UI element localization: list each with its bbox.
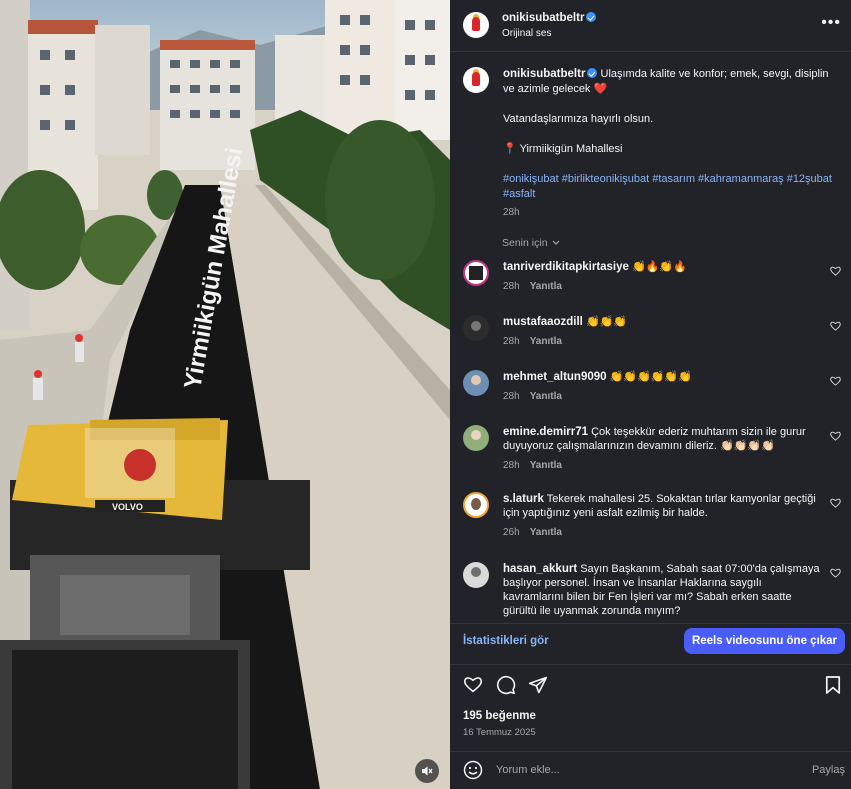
comment-username[interactable]: emine.demirr71 (503, 426, 588, 438)
machine-brand: VOLVO (112, 502, 143, 512)
like-comment-icon[interactable] (830, 431, 841, 441)
comment-text: 👏👏👏 (585, 316, 628, 328)
post-header: onikisubatbeltr Orijinal ses ••• (450, 0, 851, 52)
heart-emoji: ❤️ (593, 83, 608, 95)
comment-username[interactable]: hasan_akkurt (503, 563, 577, 575)
audio-label[interactable]: Orijinal ses (502, 28, 551, 39)
post-details-panel: onikisubatbeltr Orijinal ses ••• onikisu… (450, 0, 851, 789)
comment-text: Tekerek mahallesi 25. Sokaktan tırlar ka… (503, 493, 816, 519)
caption-hashtags[interactable]: #onikişubat #birlikteonikişubat #tasarım… (503, 172, 843, 202)
more-options-icon[interactable]: ••• (821, 14, 841, 32)
comment-text: 👏🔥👏🔥 (631, 261, 687, 273)
comment-time: 26h (503, 527, 520, 538)
comment-text: 👏👏👏👏👏👏 (609, 371, 692, 383)
video-frame: Yirmiikigün Mahallesi VOLVO (0, 0, 450, 789)
comment-composer: Paylaş (450, 752, 851, 789)
speaker-muted-icon (422, 766, 433, 776)
verified-badge-icon (587, 68, 598, 78)
caption-line-2: Vatandaşlarımıza hayırlı olsun. (503, 113, 654, 125)
reply-button[interactable]: Yanıtla (530, 460, 562, 471)
commenter-avatar[interactable] (463, 562, 489, 588)
divider (450, 623, 851, 624)
commenter-avatar[interactable] (463, 370, 489, 396)
sort-label: Senin için (502, 237, 548, 249)
author-avatar[interactable] (463, 12, 489, 38)
boost-reel-button[interactable]: Reels videosunu öne çıkar (684, 628, 845, 654)
comment-sort-dropdown[interactable]: Senin için (502, 237, 560, 249)
comment-time: 28h (503, 460, 520, 471)
comment-username[interactable]: mehmet_altun9090 (503, 371, 607, 383)
like-comment-icon[interactable] (830, 321, 841, 331)
comment-input[interactable] (496, 760, 786, 780)
author-username[interactable]: onikisubatbeltr (502, 12, 584, 24)
share-send-icon[interactable] (528, 675, 548, 695)
likes-count[interactable]: 195 beğenme (463, 710, 536, 722)
comment-username[interactable]: mustafaaozdill (503, 316, 583, 328)
like-comment-icon[interactable] (830, 568, 841, 578)
location-pin-icon: 📍 (503, 143, 517, 155)
caption-avatar[interactable] (463, 67, 489, 93)
reply-button[interactable]: Yanıtla (530, 391, 562, 402)
commenter-avatar[interactable] (463, 425, 489, 451)
comment-bubble-icon[interactable] (496, 675, 516, 695)
view-insights-link[interactable]: İstatistikleri gör (463, 635, 549, 647)
like-comment-icon[interactable] (830, 266, 841, 276)
reply-button[interactable]: Yanıtla (530, 527, 562, 538)
commenter-avatar[interactable] (463, 260, 489, 286)
reply-button[interactable]: Yanıtla (530, 336, 562, 347)
comment-time: 28h (503, 281, 520, 292)
comment-time: 28h (503, 391, 520, 402)
post-comment-button[interactable]: Paylaş (812, 764, 845, 776)
divider (450, 664, 851, 665)
comments-list[interactable]: tanriverdikitapkirtasiye 👏🔥👏🔥 28h Yanıtla… (450, 252, 851, 622)
post-actions (463, 675, 843, 701)
emoji-icon[interactable] (463, 760, 483, 780)
reply-button[interactable]: Yanıtla (530, 281, 562, 292)
caption-time: 28h (503, 207, 520, 218)
comment-time: 28h (503, 336, 520, 347)
commenter-avatar[interactable] (463, 492, 489, 518)
like-heart-icon[interactable] (463, 675, 483, 693)
commenter-avatar[interactable] (463, 315, 489, 341)
comment-username[interactable]: s.laturk (503, 493, 544, 505)
like-comment-icon[interactable] (830, 376, 841, 386)
comment-username[interactable]: tanriverdikitapkirtasiye (503, 261, 629, 273)
caption-location: Yirmiikigün Mahallesi (519, 143, 623, 155)
mute-button[interactable] (415, 759, 439, 783)
chevron-down-icon (553, 240, 560, 245)
caption-username[interactable]: onikisubatbeltr (503, 68, 585, 80)
reel-video[interactable]: Yirmiikigün Mahallesi VOLVO (0, 0, 450, 789)
like-comment-icon[interactable] (830, 498, 841, 508)
post-date: 16 Temmuz 2025 (463, 727, 536, 738)
verified-badge-icon (586, 12, 597, 22)
save-bookmark-icon[interactable] (825, 675, 841, 695)
